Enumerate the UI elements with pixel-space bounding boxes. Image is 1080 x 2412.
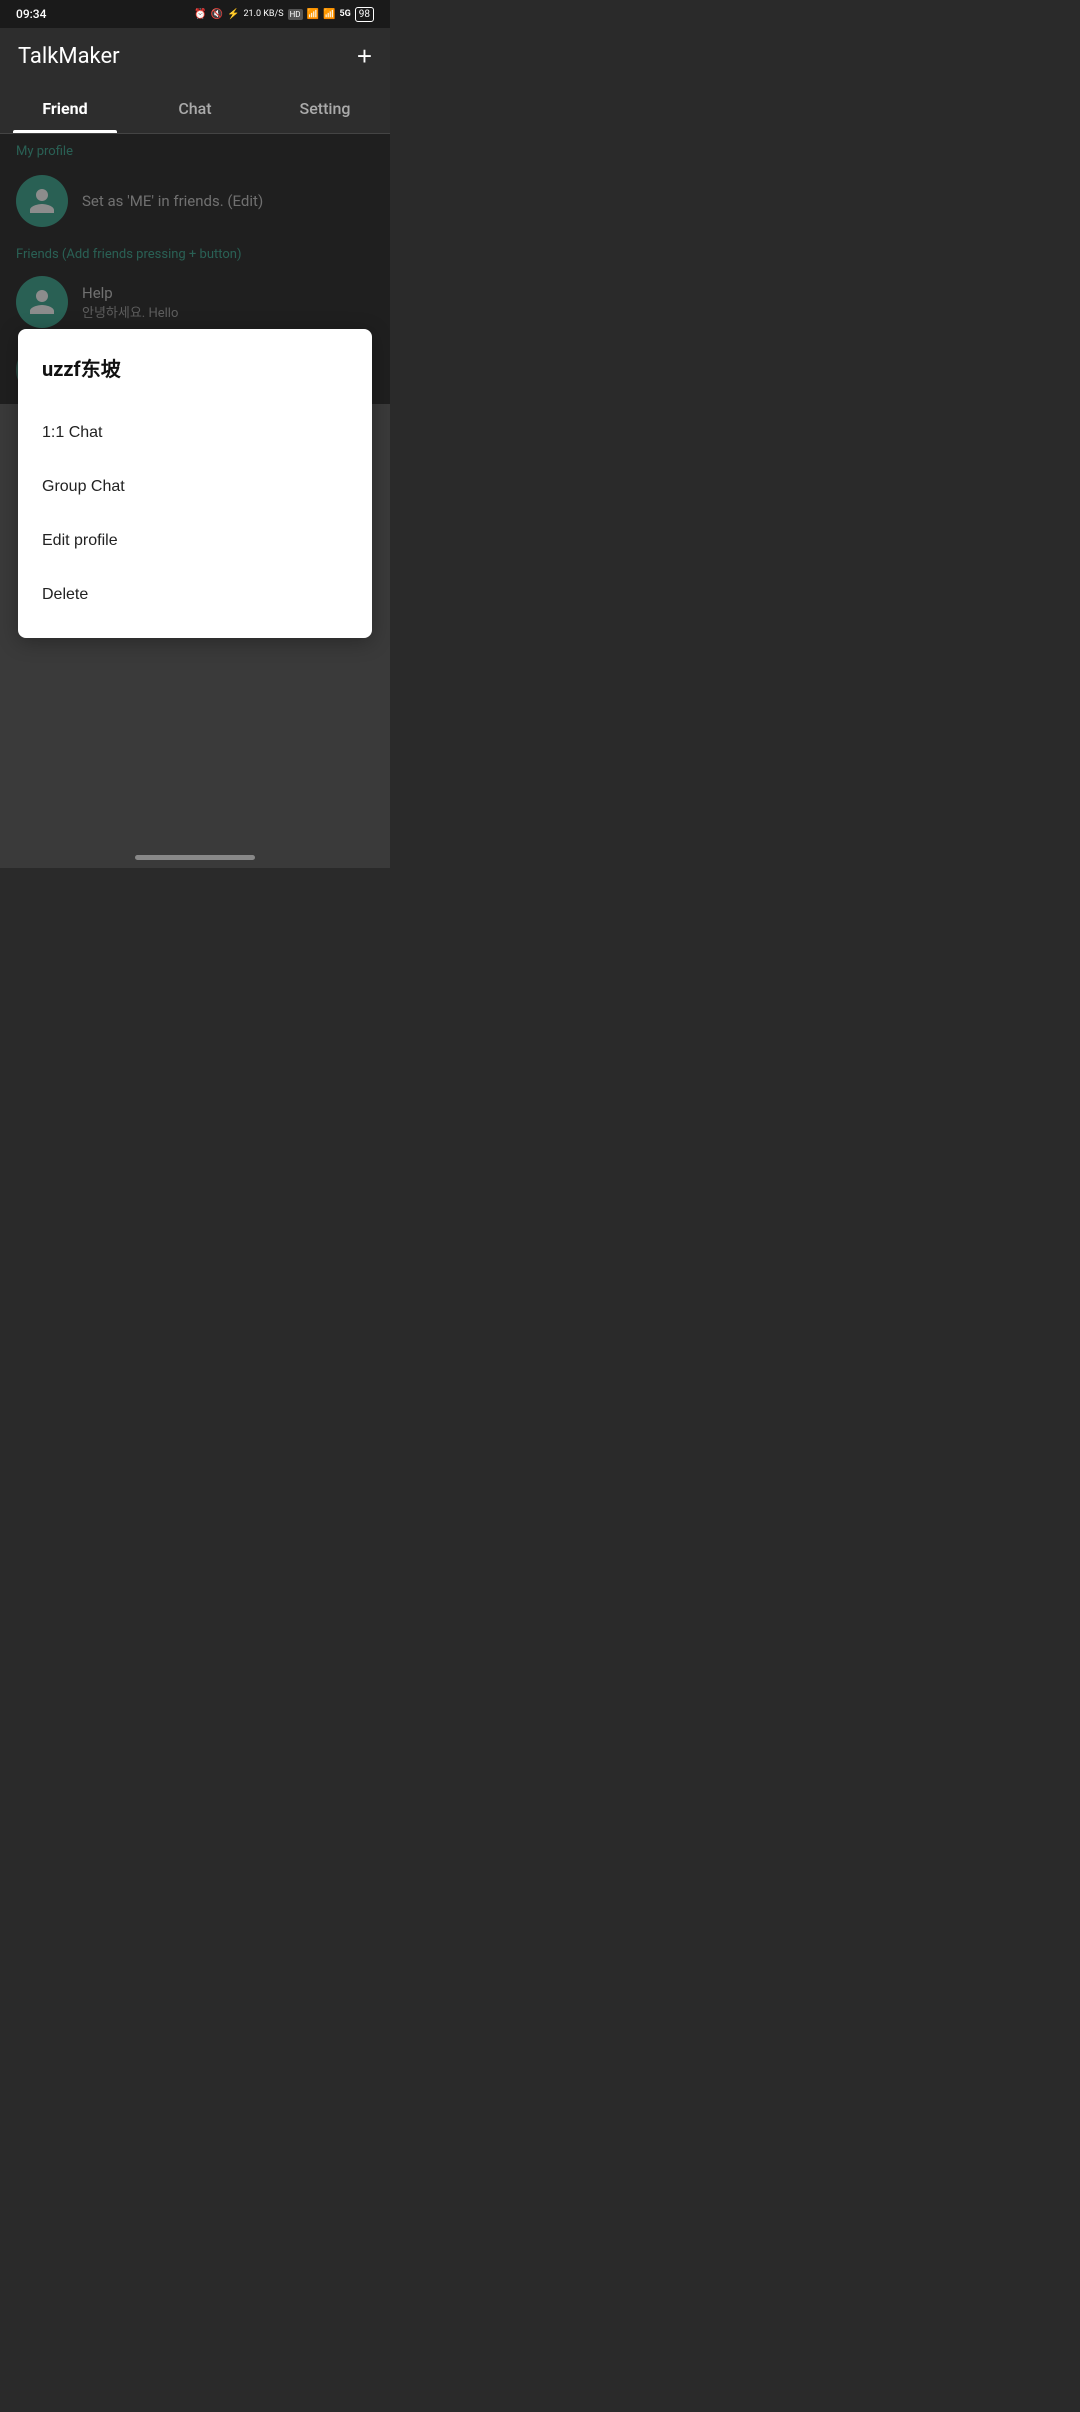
tab-setting[interactable]: Setting: [260, 84, 390, 133]
context-menu: uzzf东坡 1:1 Chat Group Chat Edit profile …: [18, 329, 372, 638]
battery-icon: 98: [355, 7, 374, 22]
bluetooth-icon: ⚡: [227, 9, 239, 20]
home-indicator: [135, 855, 255, 860]
context-menu-item-delete[interactable]: Delete: [42, 568, 348, 622]
tab-chat[interactable]: Chat: [130, 84, 260, 133]
mute-icon: 🔇: [211, 9, 223, 20]
context-menu-item-one-to-one-chat[interactable]: 1:1 Chat: [42, 406, 348, 460]
app-header: TalkMaker +: [0, 28, 390, 84]
status-bar: 09:34 ⏰ 🔇 ⚡ 21.0 KB/S HD 📶 📶 5G 98: [0, 0, 390, 28]
app-title: TalkMaker: [18, 44, 120, 69]
status-icons: ⏰ 🔇 ⚡ 21.0 KB/S HD 📶 📶 5G 98: [194, 7, 374, 22]
add-button[interactable]: +: [357, 43, 372, 69]
tab-bar: Friend Chat Setting: [0, 84, 390, 134]
hd-icon: HD: [288, 9, 303, 20]
5g-icon: 5G: [339, 9, 350, 19]
context-menu-title: uzzf东坡: [42, 353, 348, 382]
page-wrapper: 09:34 ⏰ 🔇 ⚡ 21.0 KB/S HD 📶 📶 5G 98 TalkM…: [0, 0, 390, 868]
network-speed: 21.0 KB/S: [243, 9, 283, 19]
signal-icon: 📶: [323, 9, 335, 20]
alarm-icon: ⏰: [194, 9, 206, 20]
wifi-icon: 📶: [307, 9, 319, 20]
main-content: My profile Set as 'ME' in friends. (Edit…: [0, 134, 390, 404]
context-menu-item-group-chat[interactable]: Group Chat: [42, 460, 348, 514]
status-time: 09:34: [16, 7, 46, 21]
context-menu-item-edit-profile[interactable]: Edit profile: [42, 514, 348, 568]
tab-friend[interactable]: Friend: [0, 84, 130, 133]
